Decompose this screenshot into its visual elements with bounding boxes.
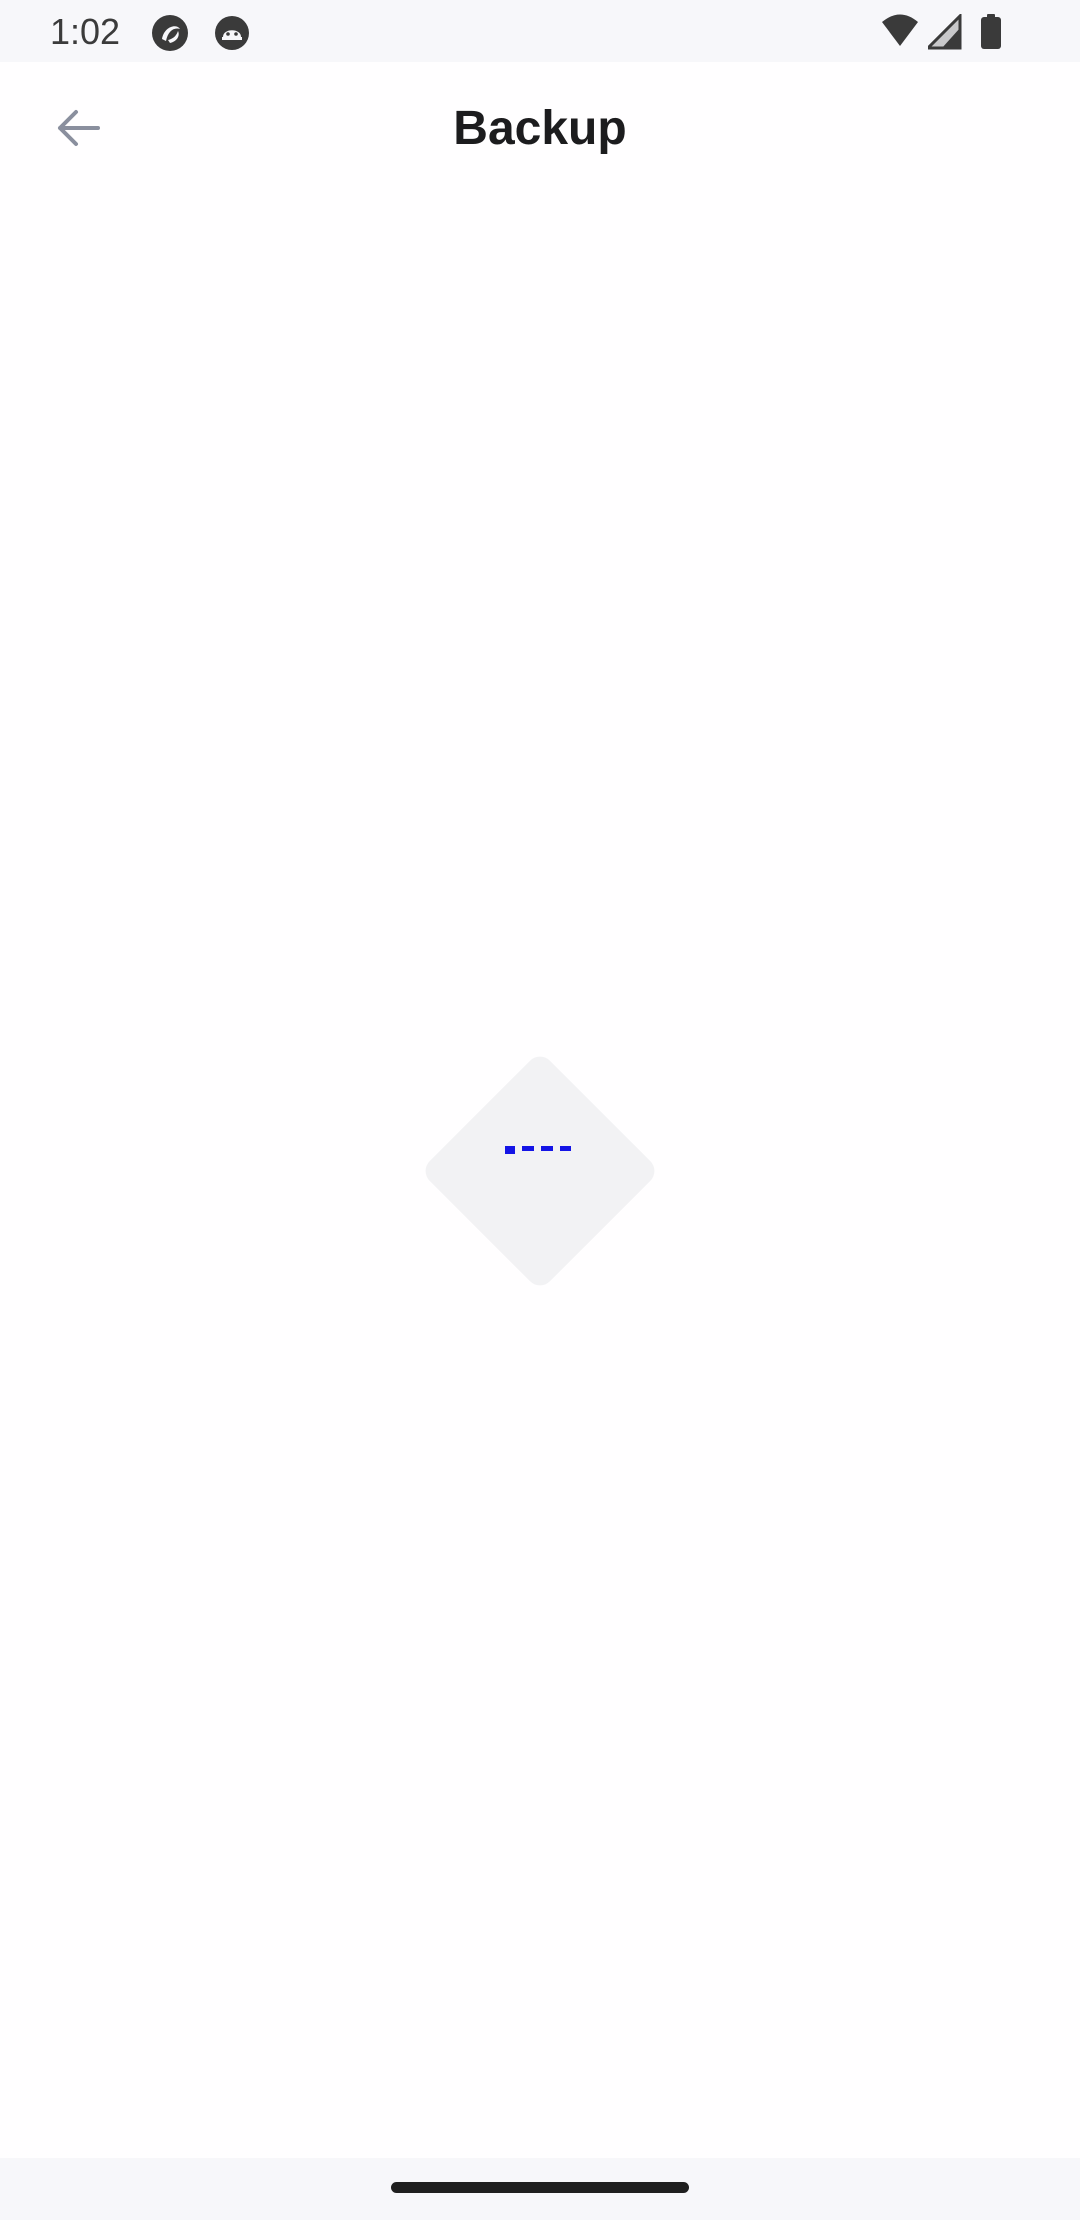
loading-dot (560, 1146, 571, 1151)
robot-face-icon (212, 13, 252, 53)
navigation-bar (0, 2158, 1080, 2220)
loading-indicator (419, 1050, 661, 1292)
home-indicator[interactable] (391, 2182, 689, 2193)
loading-dot (505, 1146, 515, 1154)
loading-dot (541, 1146, 553, 1151)
status-time: 1:02 (50, 11, 121, 52)
cellular-signal-icon (924, 12, 962, 50)
app-bar: Backup (0, 62, 1080, 198)
page-title: Backup (453, 102, 627, 155)
loading-dot (522, 1146, 534, 1151)
battery-icon (980, 14, 1002, 50)
app-notification-icon (150, 13, 190, 53)
loading-diamond-icon (419, 1050, 661, 1292)
status-bar: 1:02 (0, 0, 1080, 62)
loading-dots (505, 1146, 577, 1156)
wifi-icon (880, 14, 920, 50)
